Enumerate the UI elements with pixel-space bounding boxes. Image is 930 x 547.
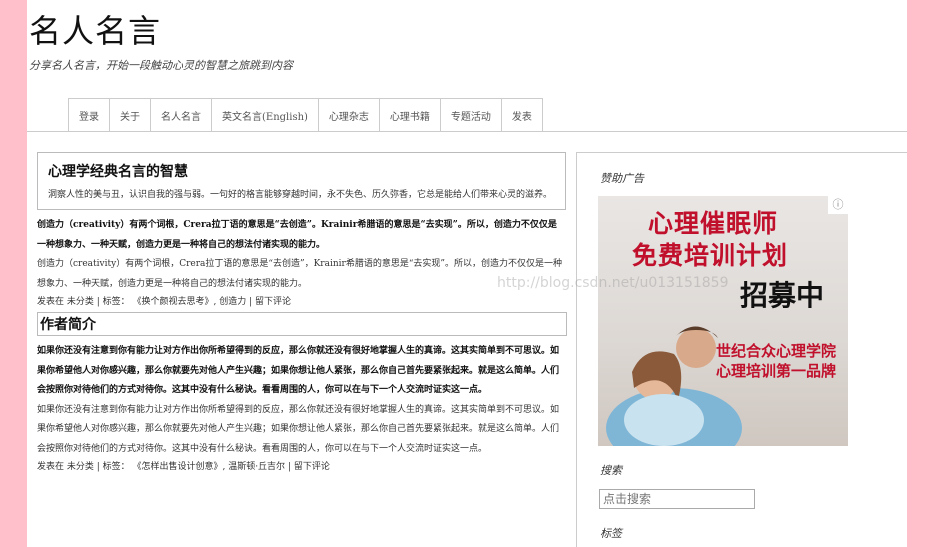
search-widget-title: 搜索 bbox=[600, 464, 622, 477]
nav-item-about[interactable]: 关于 bbox=[110, 98, 151, 131]
intro-title[interactable]: 心理学经典名言的智慧 bbox=[48, 161, 555, 181]
intro-box: 心理学经典名言的智慧 洞察人性的美与丑，认识自我的强与弱。一句好的格言能够穿越时… bbox=[37, 152, 566, 210]
author-heading[interactable]: 作者简介 bbox=[37, 312, 567, 336]
post2-text: 如果你还没有注意到你有能力让对方作出你所希望得到的反应，那么你就还没有很好地掌握… bbox=[37, 404, 560, 454]
search-input[interactable] bbox=[599, 489, 755, 509]
main-nav: 登录 关于 名人名言 英文名言(English) 心理杂志 心理书籍 专题活动 … bbox=[68, 98, 543, 131]
nav-item-magazine[interactable]: 心理杂志 bbox=[318, 98, 380, 131]
nav-item-books[interactable]: 心理书籍 bbox=[379, 98, 441, 131]
ad-info-icon[interactable]: ⓘ bbox=[828, 196, 848, 214]
nav-item-login[interactable]: 登录 bbox=[69, 98, 110, 131]
ad-line-1: 心理催眠师 bbox=[648, 209, 779, 238]
tags-widget-title: 标签 bbox=[600, 527, 622, 540]
ad-line-4: 世纪合众心理学院 bbox=[716, 342, 837, 360]
ad-widget-title: 赞助广告 bbox=[600, 172, 644, 185]
post2-meta[interactable]: 发表在 未分类 | 标签： 《怎样出售设计创意》, 温斯顿·丘吉尔 | 留下评论 bbox=[37, 459, 567, 475]
nav-item-events[interactable]: 专题活动 bbox=[440, 98, 502, 131]
sidebar: 赞助广告 心理催眠师 免费培训计划 招募中 世纪合众心理学院 心理培训第一品牌 … bbox=[576, 152, 907, 547]
nav-item-english-quotes[interactable]: 英文名言(English) bbox=[212, 98, 319, 131]
site-tagline: 分享名人名言，开始一段触动心灵的智慧之旅跳到内容 bbox=[29, 59, 293, 72]
nav-divider bbox=[27, 131, 907, 132]
post1-bold-text: 创造力（creativity）有两个词根，Crera拉丁语的意思是“去创造”。K… bbox=[37, 220, 557, 250]
intro-text: 洞察人性的美与丑，认识自我的强与弱。一句好的格言能够穿越时间，永不失色、历久弥香… bbox=[48, 190, 553, 200]
post2-bold-text: 如果你还没有注意到你有能力让对方作出你所希望得到的反应，那么你就还没有很好地掌握… bbox=[37, 346, 560, 395]
ad-banner[interactable]: 心理催眠师 免费培训计划 招募中 世纪合众心理学院 心理培训第一品牌 ⓘ bbox=[598, 196, 848, 446]
main-content: 心理学经典名言的智慧 洞察人性的美与丑，认识自我的强与弱。一句好的格言能够穿越时… bbox=[37, 152, 567, 475]
page: 名人名言 分享名人名言，开始一段触动心灵的智慧之旅跳到内容 登录 关于 名人名言… bbox=[27, 0, 907, 547]
site-title[interactable]: 名人名言 bbox=[29, 6, 161, 52]
ad-line-2: 免费培训计划 bbox=[632, 241, 789, 270]
nav-item-quotes[interactable]: 名人名言 bbox=[151, 98, 212, 131]
nav-item-publish[interactable]: 发表 bbox=[501, 98, 543, 131]
ad-line-5: 心理培训第一品牌 bbox=[716, 362, 837, 380]
watermark: http://blog.csdn.net/u013151859 bbox=[497, 275, 729, 291]
ad-line-3: 招募中 bbox=[740, 279, 825, 312]
post1-meta[interactable]: 发表在 未分类 | 标签： 《换个颜视去思考》, 创造力 | 留下评论 bbox=[37, 294, 567, 310]
post1-text: 创造力（creativity）有两个词根，Crera拉丁语的意思是“去创造”，K… bbox=[37, 259, 563, 289]
